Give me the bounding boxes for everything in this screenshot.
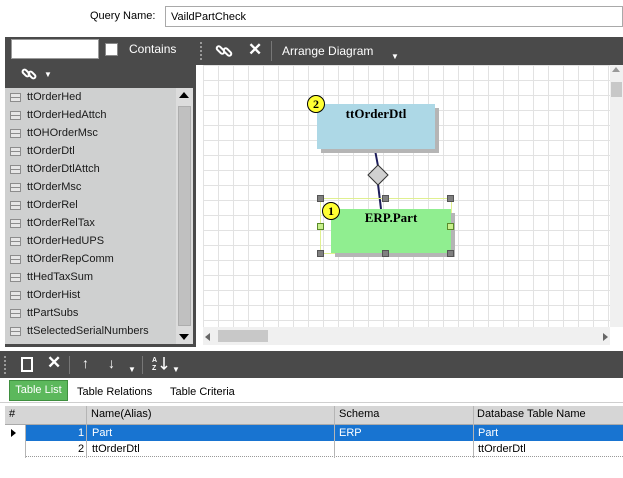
resize-handle[interactable] — [317, 195, 324, 202]
cell-name[interactable]: Part — [92, 427, 112, 439]
resize-handle[interactable] — [447, 250, 454, 257]
resize-handle[interactable] — [447, 195, 454, 202]
svg-text:Z: Z — [152, 365, 157, 371]
divider — [0, 402, 623, 403]
toolbar-grip[interactable] — [4, 356, 7, 374]
resize-handle[interactable] — [382, 250, 389, 257]
node-title: ttOrderDtl — [345, 106, 407, 121]
diagram-node-erp-part[interactable]: ERP.Part — [331, 209, 451, 253]
current-row-indicator-icon — [11, 429, 16, 437]
toolbar-separator — [142, 356, 143, 374]
resize-handle[interactable] — [382, 195, 389, 202]
column-header-num[interactable]: # — [9, 408, 15, 420]
resize-handle[interactable] — [317, 223, 324, 230]
sort-icon[interactable]: AZ — [152, 355, 172, 374]
node-title: ERP.Part — [364, 210, 418, 225]
tab-table-criteria[interactable]: Table Criteria — [170, 386, 235, 398]
table-row[interactable] — [25, 425, 623, 441]
cell-num[interactable]: 1 — [78, 427, 84, 439]
table-list-toolbar — [0, 351, 623, 378]
new-document-icon[interactable] — [21, 357, 33, 372]
column-header-schema[interactable]: Schema — [339, 408, 379, 420]
cell-db-table[interactable]: ttOrderDtl — [478, 443, 526, 455]
svg-text:A: A — [152, 357, 157, 364]
column-separator[interactable] — [334, 406, 335, 458]
column-header-name[interactable]: Name(Alias) — [91, 408, 152, 420]
cell-schema[interactable]: ERP — [339, 427, 362, 439]
column-header-db-table[interactable]: Database Table Name — [477, 408, 586, 420]
delete-icon[interactable]: ✕ — [47, 353, 61, 373]
canvas-vertical-scrollbar[interactable] — [610, 65, 623, 327]
resize-handle[interactable] — [317, 250, 324, 257]
resize-handle[interactable] — [447, 223, 454, 230]
node-order-badge: 2 — [307, 95, 325, 113]
move-down-icon[interactable]: ↓ — [108, 355, 115, 371]
scroll-right-arrow-icon[interactable] — [603, 333, 608, 341]
column-separator[interactable] — [473, 406, 474, 458]
column-separator — [25, 425, 26, 458]
tab-table-relations[interactable]: Table Relations — [77, 386, 152, 398]
diagram-node-ttorderdtl[interactable]: ttOrderDtl — [317, 104, 435, 149]
cell-name[interactable]: ttOrderDtl — [92, 443, 140, 455]
column-separator[interactable] — [86, 406, 87, 458]
tab-table-list[interactable]: Table List — [9, 380, 68, 401]
toolbar-separator — [69, 356, 70, 374]
scrollbar-thumb[interactable] — [611, 82, 622, 97]
chevron-down-icon[interactable]: ▼ — [128, 365, 136, 374]
move-up-icon[interactable]: ↑ — [82, 355, 89, 371]
scroll-left-arrow-icon[interactable] — [205, 333, 210, 341]
scroll-up-arrow-icon[interactable] — [612, 67, 620, 72]
cell-db-table[interactable]: Part — [478, 427, 498, 439]
chevron-down-icon[interactable]: ▼ — [172, 365, 180, 374]
scrollbar-thumb[interactable] — [218, 330, 268, 342]
cell-num[interactable]: 2 — [78, 443, 84, 455]
node-order-badge: 1 — [322, 202, 340, 220]
